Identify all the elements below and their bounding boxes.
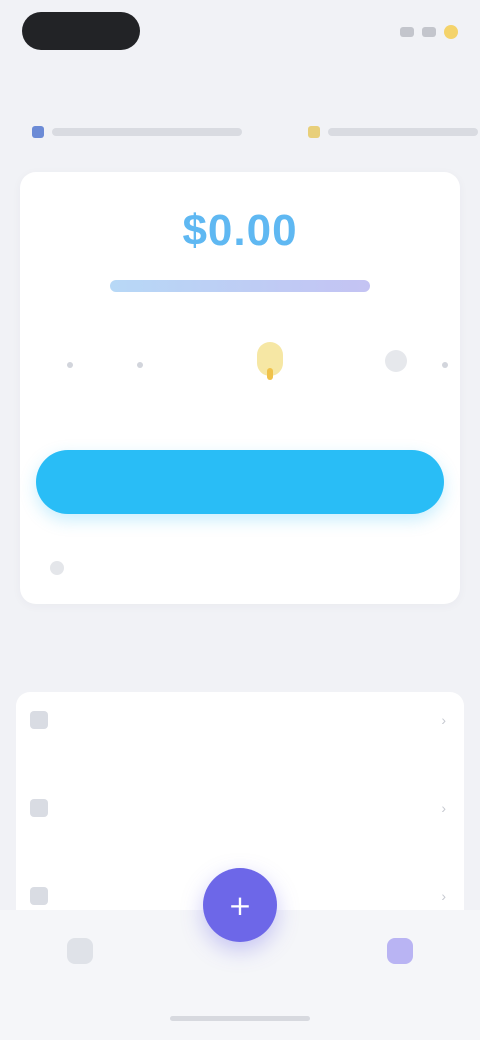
step-marker (442, 362, 448, 368)
step-marker (385, 350, 407, 372)
step-3-current[interactable] (250, 342, 290, 392)
primary-action-button[interactable] (36, 450, 444, 514)
subline-gradient-bar (110, 280, 370, 292)
step-5[interactable] (440, 342, 450, 392)
star-icon (308, 126, 320, 138)
step-1[interactable] (50, 342, 90, 392)
card-footer[interactable] (50, 556, 350, 580)
weather-icon (444, 25, 458, 39)
info-icon (32, 126, 44, 138)
balance-amount: $0.00 (182, 206, 298, 255)
info-left-text (52, 128, 242, 136)
chevron-right-icon: › (441, 888, 446, 904)
signal-icon (400, 27, 414, 37)
info-strip (0, 116, 480, 148)
app-screen: $0.00 › › › + (0, 0, 480, 1040)
item-icon (30, 887, 48, 905)
home-icon (67, 938, 93, 964)
balance-card: $0.00 (20, 172, 460, 604)
balance-subline (110, 276, 370, 296)
card-note (140, 412, 340, 426)
footer-icon (50, 561, 64, 575)
list-item[interactable]: › (16, 692, 464, 748)
progress-steps (50, 332, 450, 402)
item-icon (30, 799, 48, 817)
step-2[interactable] (120, 342, 160, 392)
status-icons (348, 22, 458, 42)
info-segment-left[interactable] (32, 126, 242, 138)
info-right-text (328, 128, 478, 136)
plus-icon: + (228, 888, 252, 922)
add-fab-button[interactable]: + (203, 868, 277, 942)
step-4[interactable] (376, 342, 416, 392)
section-title (20, 646, 220, 676)
lightbulb-base (267, 368, 273, 380)
info-segment-right[interactable] (308, 126, 478, 138)
profile-icon (387, 938, 413, 964)
dynamic-island-pill (22, 12, 140, 50)
nav-item-home[interactable] (50, 938, 110, 988)
item-icon (30, 711, 48, 729)
chevron-right-icon: › (441, 800, 446, 816)
battery-icon (422, 27, 436, 37)
chevron-right-icon: › (441, 712, 446, 728)
list-item[interactable]: › (16, 780, 464, 836)
step-marker (67, 362, 73, 368)
nav-item-profile[interactable] (370, 938, 430, 988)
status-bar (0, 0, 480, 80)
step-marker (137, 362, 143, 368)
home-indicator[interactable] (170, 1016, 310, 1021)
